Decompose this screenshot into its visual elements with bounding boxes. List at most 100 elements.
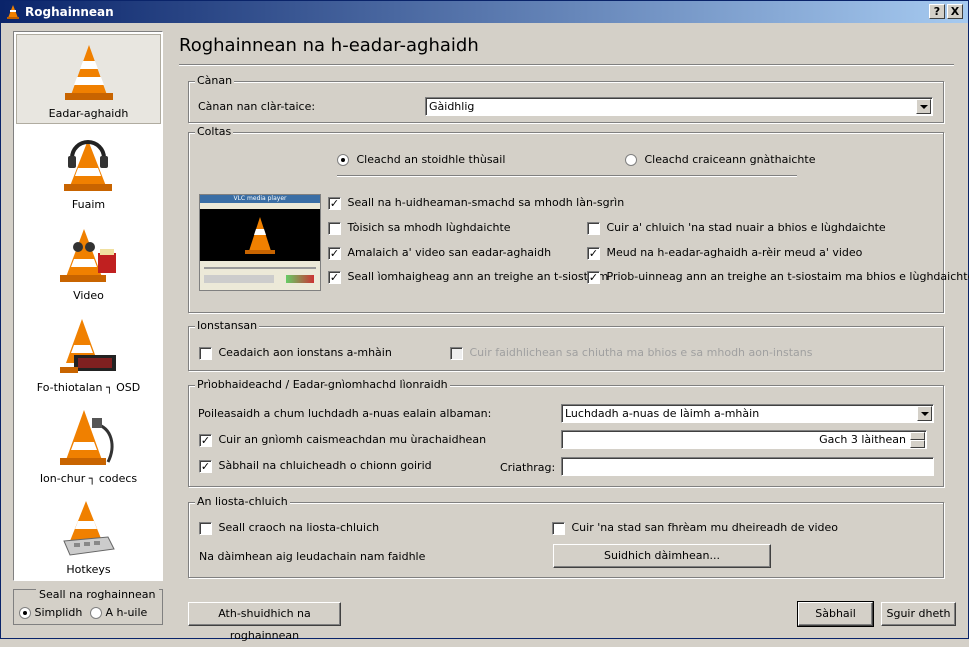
menu-language-label: Cànan nan clàr-taice:	[198, 100, 315, 113]
title-divider	[179, 64, 954, 66]
language-group: Cànan Cànan nan clàr-taice: Gàidhlig	[188, 81, 944, 123]
sidebar-item-label: Fuaim	[16, 198, 161, 211]
radio-indicator	[625, 154, 637, 166]
cable-cone-icon	[56, 406, 120, 470]
vlc-cone-icon	[57, 41, 121, 105]
keyboard-cone-icon	[56, 497, 120, 561]
art-policy-select[interactable]: Luchdadh a-nuas de làimh a-mhàin	[561, 404, 934, 423]
show-settings-group: Seall na roghainnean Simplidh A h-uile	[13, 589, 163, 625]
preview-controls	[200, 261, 320, 290]
pause-end-label: Cuir 'na stad san fhrèam mu dheireadh de…	[572, 521, 839, 534]
all-radio[interactable]: A h-uile	[90, 606, 147, 619]
embed-video-label: Amalaich a' video san eadar-aghaidh	[348, 246, 552, 259]
systray-popup-label: Priob-uinneag ann an treighe an t-siosta…	[607, 270, 969, 283]
sidebar-item-audio[interactable]: Fuaim	[16, 126, 161, 216]
headphones-cone-icon	[56, 132, 120, 196]
glasses-cone-icon	[56, 223, 120, 287]
menu-language-select[interactable]: Gàidhlig	[425, 97, 933, 116]
sidebar-item-label: Eadar-aghaidh	[17, 107, 160, 120]
fullscreen-controls-checkbox[interactable]: ✓ Seall na h-uidheaman-smachd sa mhodh l…	[328, 196, 624, 210]
show-settings-title: Seall na roghainnean	[36, 588, 159, 601]
window-title: Roghainnean	[25, 5, 114, 19]
single-instance-checkbox[interactable]: Ceadaich aon ionstans a-mhàin	[199, 346, 392, 360]
fullscreen-controls-label: Seall na h-uidheaman-smachd sa mhodh làn…	[348, 196, 625, 209]
interface-preview-image: VLC media player	[199, 194, 321, 291]
sidebar-item-video[interactable]: Video	[16, 217, 161, 307]
systray-icon-label: Seall ìomhaigheag ann an treighe an t-si…	[348, 270, 609, 283]
check-indicator: ✓	[199, 434, 212, 447]
filter-input[interactable]	[561, 457, 934, 476]
look-divider	[337, 175, 797, 177]
category-sidebar: Eadar-aghaidh Fuaim Vid	[13, 31, 163, 581]
playlist-group-title: An liosta-chluich	[195, 495, 290, 508]
privacy-group: Prìobhaideachd / Eadar-gnìomhachd lìonra…	[188, 385, 944, 487]
check-indicator: ✓	[587, 247, 600, 260]
show-tree-label: Seall craoch na liosta-chluich	[219, 521, 380, 534]
check-indicator	[328, 222, 341, 235]
custom-skin-label: Cleachd craiceann gnàthaichte	[645, 153, 816, 166]
save-button[interactable]: Sàbhail	[798, 602, 873, 626]
sidebar-item-subtitles-osd[interactable]: Fo-thiotalan ┐ OSD	[16, 309, 161, 399]
sidebar-item-label: Fo-thiotalan ┐ OSD	[16, 381, 161, 394]
embed-video-checkbox[interactable]: ✓ Amalaich a' video san eadar-aghaidh	[328, 246, 551, 260]
chevron-down-icon[interactable]	[916, 99, 931, 114]
save-recent-label: Sàbhail na chluicheadh o chionn goirid	[219, 459, 432, 472]
instances-group: Ionstansan Ceadaich aon ionstans a-mhàin…	[188, 326, 944, 371]
file-assoc-button[interactable]: Suidhich dàimhean...	[553, 544, 771, 568]
native-style-label: Cleachd an stoidhle thùsail	[357, 153, 506, 166]
cancel-button[interactable]: Sguir dheth	[881, 602, 956, 626]
chevron-down-icon[interactable]	[917, 406, 932, 421]
language-group-title: Cànan	[195, 74, 234, 87]
check-indicator	[199, 522, 212, 535]
check-indicator: ✓	[328, 271, 341, 284]
update-interval-spinbox[interactable]: Gach 3 làithean	[561, 430, 927, 449]
update-check-checkbox[interactable]: ✓ Cuir an gnìomh caismeachdan mu ùrachai…	[199, 433, 486, 447]
pause-end-checkbox[interactable]: Cuir 'na stad san fhrèam mu dheireadh de…	[552, 521, 838, 535]
spin-up-icon[interactable]	[910, 432, 925, 440]
check-indicator: ✓	[587, 271, 600, 284]
check-indicator: ✓	[328, 247, 341, 260]
update-interval-value: Gach 3 làithean	[819, 433, 906, 446]
sidebar-item-hotkeys[interactable]: Hotkeys	[16, 491, 161, 581]
menu-language-value: Gàidhlig	[429, 100, 474, 113]
art-policy-label: Poileasaidh a chum luchdadh a-nuas ealai…	[198, 407, 491, 420]
help-button[interactable]: ?	[929, 4, 945, 19]
check-indicator: ✓	[199, 460, 212, 473]
simple-label: Simplidh	[35, 606, 83, 619]
sidebar-item-label: Video	[16, 289, 161, 302]
check-indicator: ✓	[328, 197, 341, 210]
close-button[interactable]: X	[947, 4, 963, 19]
privacy-group-title: Prìobhaideachd / Eadar-gnìomhachd lìonra…	[195, 378, 450, 391]
vlc-cone-icon	[5, 4, 21, 20]
look-group-title: Coltas	[195, 125, 233, 138]
show-tree-checkbox[interactable]: Seall craoch na liosta-chluich	[199, 521, 379, 535]
start-minimized-checkbox[interactable]: Tòisich sa mhodh lùghdaichte	[328, 221, 511, 235]
preview-title: VLC media player	[200, 195, 320, 203]
radio-indicator	[337, 154, 349, 166]
spin-down-icon[interactable]	[910, 440, 925, 448]
sidebar-item-interface[interactable]: Eadar-aghaidh	[16, 34, 161, 124]
systray-icon-checkbox[interactable]: ✓ Seall ìomhaigheag ann an treighe an t-…	[328, 270, 608, 284]
systray-popup-checkbox[interactable]: ✓ Priob-uinneag ann an treighe an t-sios…	[587, 270, 969, 284]
save-recent-checkbox[interactable]: ✓ Sàbhail na chluicheadh o chionn goirid	[199, 459, 432, 473]
playlist-group: An liosta-chluich Seall craoch na liosta…	[188, 502, 944, 578]
native-style-radio[interactable]: Cleachd an stoidhle thùsail	[337, 153, 505, 166]
art-policy-value: Luchdadh a-nuas de làimh a-mhàin	[565, 407, 759, 420]
pause-minimized-checkbox[interactable]: Cuir a' chluich 'na stad nuair a bhios e…	[587, 221, 886, 235]
enqueue-label: Cuir faidhlichean sa chiutha ma bhios e …	[470, 346, 813, 359]
check-indicator	[587, 222, 600, 235]
simple-radio[interactable]: Simplidh	[19, 606, 82, 619]
enqueue-checkbox: Cuir faidhlichean sa chiutha ma bhios e …	[450, 346, 812, 360]
radio-indicator	[90, 607, 102, 619]
pause-minimized-label: Cuir a' chluich 'na stad nuair a bhios e…	[607, 221, 886, 234]
title-bar: Roghainnean ? X	[1, 1, 968, 23]
all-label: A h-uile	[106, 606, 148, 619]
reset-preferences-button[interactable]: Ath-shuidhich na roghainnean	[188, 602, 341, 626]
single-instance-label: Ceadaich aon ionstans a-mhàin	[219, 346, 392, 359]
sidebar-item-input-codecs[interactable]: Ion-chur ┐ codecs	[16, 400, 161, 490]
resize-interface-checkbox[interactable]: ✓ Meud na h-eadar-aghaidh a-rèir meud a'…	[587, 246, 862, 260]
instances-group-title: Ionstansan	[195, 319, 259, 332]
sidebar-item-label: Ion-chur ┐ codecs	[16, 472, 161, 485]
custom-skin-radio[interactable]: Cleachd craiceann gnàthaichte	[625, 153, 815, 166]
check-indicator	[552, 522, 565, 535]
